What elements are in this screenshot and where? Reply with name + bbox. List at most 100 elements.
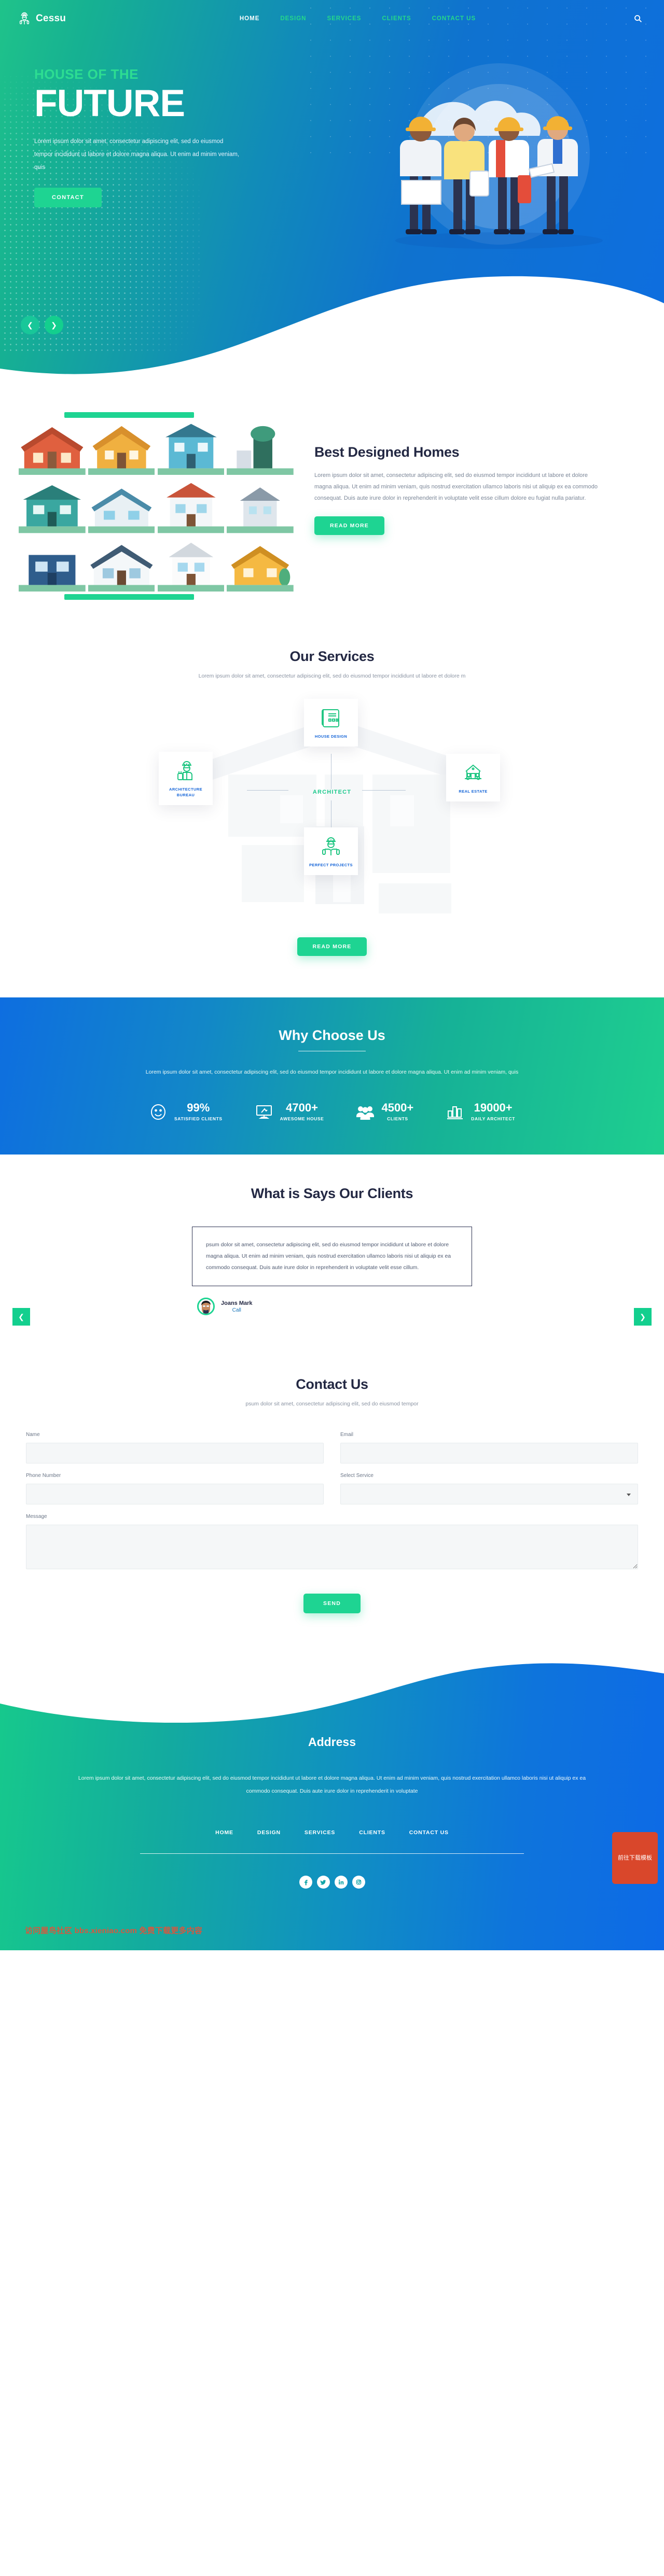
phone-label: Phone Number [26,1473,61,1479]
hero-contact-button[interactable]: CONTACT [34,187,102,207]
service-card-architecture-bureau[interactable]: ARCHITECTURE BUREAU [159,751,213,805]
avatar [197,1298,215,1316]
smiley-face-icon [150,1104,165,1120]
footer-navigation: HOME DESIGN SERVICES CLIENTS CONTACT US [0,1829,664,1836]
stat-value: 99% [187,1101,210,1115]
service-card-house-design[interactable]: HOUSE DESIGN [304,698,358,747]
people-group-icon [356,1106,375,1120]
twitter-icon[interactable] [316,1876,330,1889]
download-template-badge[interactable]: 前往下载模板 [612,1832,658,1884]
brand-logo[interactable]: Cessu [18,11,66,26]
footer-content: Address Lorem ipsum dolor sit amet, cons… [0,1660,664,1889]
hero-eyebrow: HOUSE OF THE [34,66,139,82]
field-email: Email [340,1432,638,1464]
nav-link-services[interactable]: SERVICES [327,16,361,22]
contact-form: Name Email Phone Number Select Service M… [26,1432,638,1572]
gallery-accent-bar-top [64,412,194,418]
architect-helmet-icon [19,12,30,24]
hero-carousel-next[interactable]: ❯ [45,316,63,334]
service-label: HOUSE DESIGN [314,734,348,739]
footer-section: Address Lorem ipsum dolor sit amet, cons… [0,1660,664,1951]
homes-image-grid [19,419,294,592]
phone-input[interactable] [26,1484,324,1505]
nav-link-home[interactable]: HOME [240,16,260,22]
blueprint-icon [322,709,339,727]
connector-line-left [247,790,288,791]
why-choose-us-section: Why Choose Us Lorem ipsum dolor sit amet… [0,997,664,1155]
name-input[interactable] [26,1443,324,1464]
nav-link-clients[interactable]: CLIENTS [382,16,411,22]
hero-illustration [395,63,603,249]
contact-send-button[interactable]: SEND [303,1594,361,1614]
services-subtitle: Lorem ipsum dolor sit amet, consectetur … [198,672,466,679]
services-read-more-button[interactable]: READ MORE [297,937,367,956]
homes-read-more-button[interactable]: READ MORE [314,516,384,535]
hero-title: FUTURE [34,82,185,124]
home-thumb [227,536,294,592]
why-subtitle: Lorem ipsum dolor sit amet, consectetur … [145,1069,519,1076]
home-thumb [157,536,225,592]
message-textarea[interactable] [26,1525,638,1570]
instagram-icon[interactable] [352,1876,365,1889]
service-label: Select Service [340,1473,374,1479]
footer-link-home[interactable]: HOME [215,1829,233,1836]
avatar-portrait-icon [199,1299,213,1314]
stats-row: 99% SATISFIED CLIENTS 4700+ AWESOME HOUS… [0,1102,664,1121]
hero-carousel-prev[interactable]: ❮ [21,316,39,334]
home-thumb [19,536,86,592]
stat-label: CLIENTS [387,1116,408,1122]
testimonial-prev-button[interactable]: ❮ [12,1308,30,1326]
service-select-wrapper [340,1484,638,1505]
services-center-label: ARCHITECT [312,789,352,795]
facebook-icon[interactable] [299,1876,312,1889]
home-thumb [227,477,294,533]
service-label: REAL ESTATE [459,789,488,794]
email-input[interactable] [340,1443,638,1464]
home-thumb [88,419,155,475]
stat-awesome-house: 4700+ AWESOME HOUSE [255,1102,324,1121]
service-select[interactable] [340,1484,638,1505]
home-thumb [88,536,155,592]
field-message: Message [26,1514,638,1572]
nav-link-design[interactable]: DESIGN [280,16,306,22]
nav-links: HOME DESIGN SERVICES CLIENTS CONTACT US [224,16,476,22]
main-navigation: Cessu HOME DESIGN SERVICES CLIENTS CONTA… [0,0,664,26]
nav-link-contact-us[interactable]: CONTACT US [432,16,476,22]
footer-link-design[interactable]: DESIGN [257,1829,281,1836]
footer-title: Address [308,1735,356,1749]
footer-link-services[interactable]: SERVICES [305,1829,335,1836]
service-card-real-estate[interactable]: REAL ESTATE [446,753,500,801]
homes-body: Lorem ipsum dolor sit amet, consectetur … [314,472,598,501]
name-label: Name [26,1432,40,1438]
social-links [0,1876,664,1889]
contact-title: Contact Us [296,1376,368,1392]
footer-link-clients[interactable]: CLIENTS [359,1829,385,1836]
footer-link-contact-us[interactable]: CONTACT US [409,1829,449,1836]
testimonial-author: Joans Mark Call [192,1298,472,1316]
stat-clients: 4500+ CLIENTS [356,1102,413,1121]
stat-daily-architect: 19000+ DAILY ARCHITECT [446,1102,515,1121]
home-thumb [19,477,86,533]
watermark-text: 访问屋鸟社区 bbs.xieniao.com 免费下载更多内容 [25,1926,203,1936]
why-title: Why Choose Us [279,1027,385,1043]
homes-title: Best Designed Homes [314,444,460,460]
engineer-plans-icon [322,837,340,855]
contact-subtitle: psum dolor sit amet, consectetur adipisc… [245,1401,419,1407]
stat-satisfied-clients: 99% SATISFIED CLIENTS [149,1102,223,1121]
footer-divider [140,1853,524,1854]
testimonial-author-role[interactable]: Call [221,1307,253,1313]
hero-wave-divider [0,276,664,386]
service-card-perfect-projects[interactable]: PERFECT PROJECTS [304,827,358,875]
bar-chart-icon [447,1106,463,1119]
hero-subtitle: Lorem ipsum dolor sit amet, consectetur … [34,138,240,171]
stat-label: AWESOME HOUSE [280,1116,324,1122]
linkedin-icon[interactable] [334,1876,348,1889]
search-icon[interactable] [634,15,642,23]
page-root: Cessu HOME DESIGN SERVICES CLIENTS CONTA… [0,0,664,1951]
gallery-accent-bar-bottom [64,594,194,600]
home-thumb [157,419,225,475]
connector-line-right [362,790,406,791]
field-phone: Phone Number [26,1473,324,1505]
homes-copy: Best Designed Homes Lorem ipsum dolor si… [314,419,605,535]
testimonial-next-button[interactable]: ❯ [634,1308,652,1326]
